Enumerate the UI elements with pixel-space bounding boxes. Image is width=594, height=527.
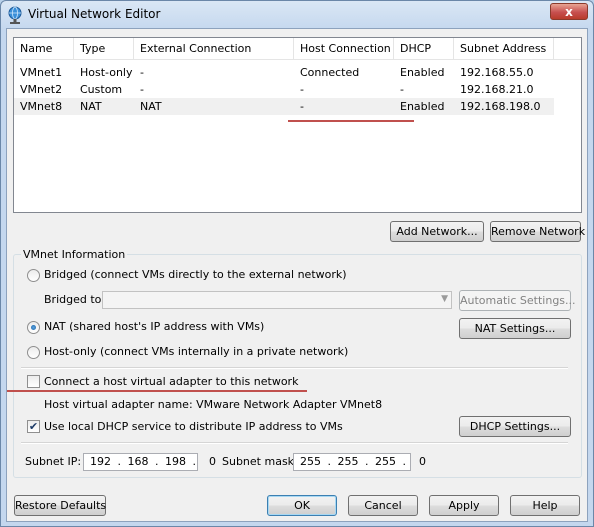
annotation-underline [288,120,414,122]
vmnet-information-group [13,254,582,478]
separator [21,367,568,369]
column-header-type[interactable]: Type [74,38,134,60]
cell-name: VMnet2 [20,83,63,96]
bridged-label[interactable]: Bridged (connect VMs directly to the ext… [44,268,347,282]
restore-defaults-button[interactable]: Restore Defaults [14,495,106,516]
subnet-ip-input[interactable]: 192 . 168 . 198 . 0 [83,453,216,471]
automatic-settings-button[interactable]: Automatic Settings... [459,290,576,311]
checkmark-icon: ✔ [28,420,39,433]
cell-external-connection: - [140,83,144,96]
nat-settings-button[interactable]: NAT Settings... [459,318,571,339]
cell-host-connection: - [300,100,304,113]
cell-subnet-address: 192.168.21.0 [460,83,534,96]
dhcp-checkbox[interactable]: ✔ [27,420,40,433]
cell-type: NAT [80,100,102,113]
cell-external-connection: - [140,66,144,79]
adapter-name-label: Host virtual adapter name: VMware Networ… [44,398,383,411]
column-header-subnet-address[interactable]: Subnet Address [454,38,554,60]
column-header-dhcp[interactable]: DHCP [394,38,454,60]
bridged-to-label: Bridged to: [44,293,106,306]
remove-network-button[interactable]: Remove Network [490,221,585,242]
dhcp-settings-button[interactable]: DHCP Settings... [459,416,571,437]
connect-adapter-label[interactable]: Connect a host virtual adapter to this n… [44,375,298,389]
subnet-ip-label: Subnet IP: [25,455,82,468]
cell-name: VMnet1 [20,66,63,79]
title-bar: Virtual Network Editor x [1,1,593,29]
cell-name: VMnet8 [20,100,63,113]
close-icon: x [565,5,573,19]
bridged-to-select[interactable]: ▼ [102,291,452,309]
host-only-radio[interactable] [27,346,40,359]
cell-host-connection: Connected [300,66,360,79]
connect-adapter-checkbox[interactable] [27,375,40,388]
separator [21,442,568,444]
cell-dhcp: - [400,83,404,96]
table-row[interactable]: VMnet2 Custom - - - 192.168.21.0 [14,81,581,98]
virtual-network-editor-window: Virtual Network Editor x Name Type Exter… [0,0,594,527]
nat-radio[interactable] [27,321,40,334]
cell-type: Custom [80,83,123,96]
cell-subnet-address: 192.168.198.0 [460,100,541,113]
cancel-button[interactable]: Cancel [348,495,418,516]
cell-subnet-address: 192.168.55.0 [460,66,534,79]
window-title: Virtual Network Editor [28,7,161,21]
close-button[interactable]: x [550,3,588,20]
cell-dhcp: Enabled [400,100,445,113]
network-table[interactable]: Name Type External Connection Host Conne… [13,37,582,213]
network-globe-icon [8,6,22,24]
dhcp-label[interactable]: Use local DHCP service to distribute IP … [44,420,343,434]
cell-external-connection: NAT [140,100,162,113]
subnet-mask-label: Subnet mask: [222,455,298,468]
column-header-host-connection[interactable]: Host Connection [294,38,394,60]
cell-host-connection: - [300,83,304,96]
cell-dhcp: Enabled [400,66,445,79]
host-only-label[interactable]: Host-only (connect VMs internally in a p… [44,345,348,359]
cell-type: Host-only [80,66,133,79]
table-row[interactable]: VMnet1 Host-only - Connected Enabled 192… [14,64,581,81]
nat-label[interactable]: NAT (shared host's IP address with VMs) [44,320,264,334]
ok-button[interactable]: OK [267,495,337,516]
column-header-external-connection[interactable]: External Connection [134,38,294,60]
bridged-radio[interactable] [27,269,40,282]
table-row-selected[interactable]: VMnet8 NAT NAT - Enabled 192.168.198.0 [14,98,554,115]
column-header-name[interactable]: Name [14,38,74,60]
add-network-button[interactable]: Add Network... [390,221,484,242]
help-button[interactable]: Help [510,495,580,516]
dialog-client-area: Name Type External Connection Host Conne… [6,28,588,522]
annotation-underline [7,390,307,392]
chevron-down-icon: ▼ [441,294,448,304]
vmnet-information-legend: VMnet Information [21,248,128,261]
apply-button[interactable]: Apply [429,495,499,516]
column-header-filler [554,38,581,60]
subnet-mask-input[interactable]: 255 . 255 . 255 . 0 [293,453,426,471]
